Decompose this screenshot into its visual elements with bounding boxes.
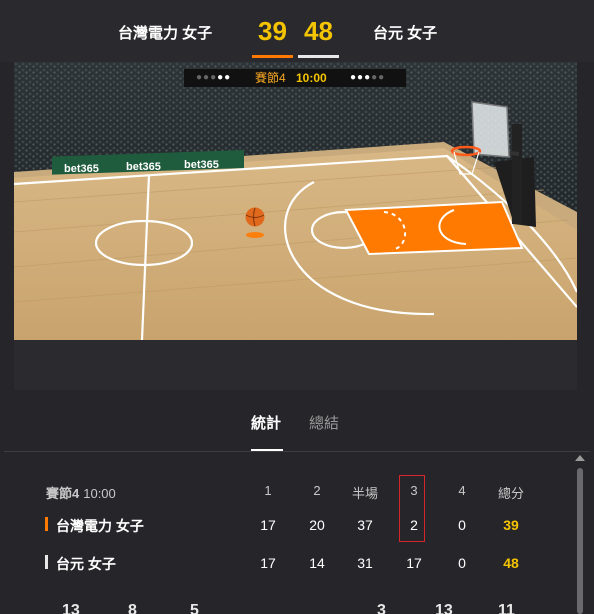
period-label: 賽節4	[255, 71, 286, 85]
column-header-total: 總分	[497, 486, 524, 501]
away-q2: 14	[309, 555, 325, 571]
partial-stat-1: 13	[62, 602, 80, 614]
away-half: 31	[357, 555, 373, 571]
court-graphic: bet365 bet365 bet365	[14, 62, 577, 390]
away-q1: 17	[260, 555, 276, 571]
court-visualization: bet365 bet365 bet365	[14, 62, 577, 390]
away-team-color-bar	[45, 555, 48, 569]
scoreboard: 賽節4 10:00 1 2 半場 3 4 總分 台灣電力 女子 17 20 37 …	[0, 452, 594, 614]
period-dots-right-icon: ●●●●●	[350, 72, 386, 83]
home-team-name: 台灣電力 女子	[118, 25, 213, 42]
tab-summary[interactable]: 總結	[309, 412, 339, 433]
home-q1: 17	[260, 517, 276, 533]
partial-stat-5: 13	[435, 602, 453, 614]
ad-text-2: bet365	[126, 161, 161, 173]
column-header-half: 半場	[351, 486, 378, 501]
partial-stat-4: 3	[377, 602, 386, 614]
partial-stat-6: 11	[498, 602, 515, 614]
scoreboard-home-team: 台灣電力 女子	[56, 518, 144, 534]
away-score: 48	[298, 12, 339, 58]
column-header-q1: 1	[264, 483, 272, 498]
away-q3: 17	[406, 555, 422, 571]
away-q4: 0	[458, 555, 466, 571]
scoreboard-time: 10:00	[83, 486, 116, 501]
home-team-color-bar	[45, 517, 48, 531]
column-header-q4: 4	[458, 483, 466, 498]
scoreboard-away-team: 台元 女子	[56, 556, 116, 572]
away-team-name: 台元 女子	[373, 25, 438, 42]
partial-stat-2: 8	[128, 602, 137, 614]
partial-stat-3: 5	[190, 602, 199, 614]
tab-bar: 統計 總結	[0, 400, 594, 452]
period-dots-left-icon: ●●●●●	[196, 72, 232, 83]
home-score: 39	[252, 12, 293, 58]
period-time: 10:00	[296, 71, 327, 85]
tab-statistics[interactable]: 統計	[251, 412, 281, 433]
home-total: 39	[503, 517, 519, 533]
column-highlight-q3	[399, 475, 425, 542]
scrollbar-thumb[interactable]	[577, 468, 583, 614]
home-half: 37	[357, 517, 373, 533]
scoreboard-period: 賽節4	[46, 486, 80, 501]
home-q2: 20	[309, 517, 325, 533]
period-bar: ●●●●● 賽節4 10:00 ●●●●●	[184, 69, 406, 87]
scroll-up-arrow-icon[interactable]	[575, 455, 585, 461]
column-header-q2: 2	[313, 483, 321, 498]
scoreboard-period-label: 賽節4 10:00	[46, 483, 116, 502]
ad-text-1: bet365	[64, 163, 99, 175]
ad-text-3: bet365	[184, 159, 219, 171]
home-q4: 0	[458, 517, 466, 533]
match-header: 台灣電力 女子 39 48 台元 女子	[0, 0, 594, 62]
away-total: 48	[503, 555, 519, 571]
